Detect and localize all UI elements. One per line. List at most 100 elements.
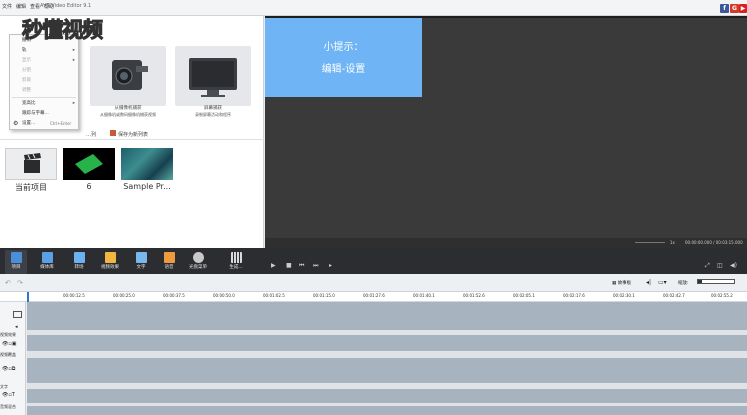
menu-item-trim[interactable]: 剪裁 [10,76,78,86]
audio-mix-track[interactable] [27,406,747,415]
menu-item-adjust[interactable]: 调整 [10,86,78,96]
next-frame-icon[interactable]: ⏭ [313,262,318,270]
text-track[interactable] [27,389,747,403]
view-options-icon[interactable]: ▭▾ [658,279,667,286]
library-icon [41,252,53,263]
submenu-arrow-icon: ▸ [72,58,75,63]
media-thumb-sample[interactable] [121,148,173,180]
gear-icon: ⚙ [13,120,19,127]
tip-title: 小提示： [323,42,364,53]
media-item-label: Sample Pr... [123,182,171,191]
ruler-tick: 00:01:02.5 [263,293,285,298]
ruler-tick: 00:02:05.1 [513,293,535,298]
menu-item-aspect-ratio[interactable]: 宽高比 ▸ [10,99,78,109]
ruler-tick: 00:01:40.1 [413,293,435,298]
video-track[interactable] [27,302,747,330]
watermark-logo: 秒懂视频 [22,18,104,43]
track-label-text: 文字 [0,384,8,389]
ruler-tick: 00:00:50.0 [213,293,235,298]
submenu-arrow-icon: ▸ [72,48,75,53]
toolbar-text-button[interactable]: 文字 [130,250,152,274]
redo-icon[interactable]: ↷ [17,279,23,287]
toolbar-produce-button[interactable]: 生成... [225,250,247,274]
zoom-slider[interactable] [697,279,735,284]
youtube-icon[interactable]: ▶ [739,4,747,13]
toolbar-project-button[interactable]: 项目 [5,250,27,274]
track-label-video-effect: 视频效果 [0,332,16,337]
capture-camera-subtitle: 从摄像机或数码摄像机捕获视频 [100,112,156,117]
ruler-tick: 00:00:25.0 [113,293,135,298]
video-effect-icon [104,252,116,263]
overlay-track[interactable] [27,358,747,383]
transition-icon [73,252,85,263]
snapshot-icon[interactable]: ◫ [717,262,723,269]
toolbar-disc-menu-button[interactable]: 光盘菜单 [187,250,209,274]
playhead[interactable] [27,292,29,302]
facebook-icon[interactable]: f [720,4,729,13]
ruler-tick: 00:01:27.6 [363,293,385,298]
edit-dropdown-menu: 撤消 轨 ▸ 显示 ▸ 分割 剪裁 调整 宽高比 ▸ 跟踪与字幕... ⚙ 设置...… [9,34,79,130]
google-plus-icon[interactable]: G [730,4,739,13]
track-label-overlay: 视频覆盖 [0,352,16,357]
submenu-arrow-icon: ▸ [72,101,75,106]
track-lock-icons[interactable]: 👁▫▣ [2,341,16,347]
play-icon[interactable]: ▶ [271,262,276,269]
video-track-icon [13,311,22,318]
text-icon [135,252,147,263]
menu-view[interactable]: 查看 [30,3,40,10]
ruler-tick: 00:01:52.6 [463,293,485,298]
ruler-tick: 00:02:17.6 [563,293,585,298]
produce-icon [230,252,242,263]
track-separator [27,351,747,358]
ruler-tick: 00:00:12.5 [63,293,85,298]
video-effect-track[interactable] [27,335,747,351]
title-bar: 文件 编辑 查看 帮助 AVS Video Editor 9.1 f G ▶ [0,0,747,16]
capture-camera-card[interactable] [90,46,166,106]
zoom-label: 缩放: [678,281,689,286]
prev-frame-icon[interactable]: ⏮ [299,262,304,270]
tip-text: 编辑-设置 [321,64,366,75]
ruler-tick: 00:01:15.0 [313,293,335,298]
menu-item-split[interactable]: 分割 [10,66,78,76]
menu-divider [12,97,76,98]
monitor-icon [189,58,237,97]
toolbar-video-effect-button[interactable]: 视频效果 [99,250,121,274]
fullscreen-icon[interactable]: ⤢ [705,262,710,270]
camera-icon [112,60,148,90]
media-thumb-6[interactable] [63,148,115,180]
speed-slider[interactable] [635,242,665,243]
speed-label: 1x [670,240,675,245]
capture-screen-subtitle: 录制屏幕活动和程序 [195,112,231,117]
timeline-toolbar: ↶ ↷ ▦ 故事板 ◂| ▭▾ 缩放: [0,274,747,292]
undo-icon[interactable]: ↶ [5,279,11,287]
voice-icon [163,252,175,263]
menu-item-track[interactable]: 轨 ▸ [10,46,78,56]
menu-item-subtitles[interactable]: 跟踪与字幕... [10,109,78,119]
menu-item-settings[interactable]: ⚙ 设置... Ctrl+Enter [10,119,78,129]
ruler-tick: 00:02:42.7 [663,293,685,298]
text-track-icon[interactable]: 👁▫T [2,392,15,398]
track-lock-icons[interactable]: 👁▫⧉ [2,366,15,372]
menu-edit[interactable]: 编辑 [16,3,26,10]
save-list-icon [110,130,116,136]
save-new-list[interactable]: 保存为新列表 [118,131,148,138]
menu-item-show[interactable]: 显示 ▸ [10,56,78,66]
media-tab-list[interactable]: …列 [86,131,96,138]
capture-screen-card[interactable] [175,46,251,106]
current-project-thumb[interactable] [5,148,57,180]
ruler-tick: 00:00:37.5 [163,293,185,298]
storyboard-toggle[interactable]: ▦ 故事板 [612,280,631,286]
toolbar-library-button[interactable]: 媒体库 [36,250,58,274]
menu-file[interactable]: 文件 [2,3,12,10]
ruler-tick: 00:02:55.2 [711,293,733,298]
stop-icon[interactable]: ■ [286,262,292,269]
audio-icon[interactable]: ◂| [646,279,651,286]
step-icon[interactable]: ▸ [329,262,332,269]
toolbar-voice-button[interactable]: 语音 [158,250,180,274]
track-header-column: ◂ 视频效果 👁▫▣ 视频覆盖 👁▫⧉ 文字 👁▫T 音频混合 [0,302,26,415]
ruler-tick: 00:02:30.1 [613,293,635,298]
toolbar-transition-button[interactable]: 转场 [68,250,90,274]
window-title: AVS Video Editor 9.1 [40,3,92,9]
volume-icon[interactable]: ◀) [730,262,737,269]
arrow-left-icon: ◂ [15,324,18,330]
